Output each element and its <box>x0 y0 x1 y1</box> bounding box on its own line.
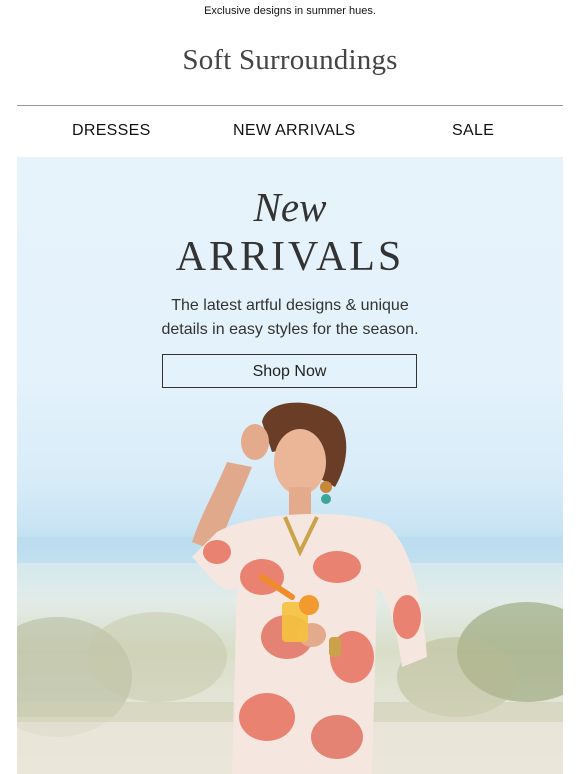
preheader-text: Exclusive designs in summer hues. <box>204 5 376 17</box>
hero-subtitle: The latest artful designs & unique detai… <box>17 294 563 342</box>
main-nav: DRESSES NEW ARRIVALS SALE <box>17 122 563 144</box>
nav-item-sale[interactable]: SALE <box>452 122 494 140</box>
hero-title-new: New <box>253 184 327 230</box>
brand-logo[interactable]: Soft Surroundings <box>0 44 580 77</box>
nav-item-dresses[interactable]: DRESSES <box>72 122 151 140</box>
header-divider <box>17 105 563 106</box>
hero-subtitle-line1: The latest artful designs & unique <box>171 297 409 314</box>
shop-now-button[interactable]: Shop Now <box>162 354 417 388</box>
hero-banner[interactable]: New ARRIVALS The latest artful designs &… <box>17 157 563 774</box>
hero-subtitle-line2: details in easy styles for the season. <box>161 321 419 338</box>
hero-title-arrivals: ARRIVALS <box>175 234 405 280</box>
nav-item-new-arrivals[interactable]: NEW ARRIVALS <box>233 122 355 140</box>
